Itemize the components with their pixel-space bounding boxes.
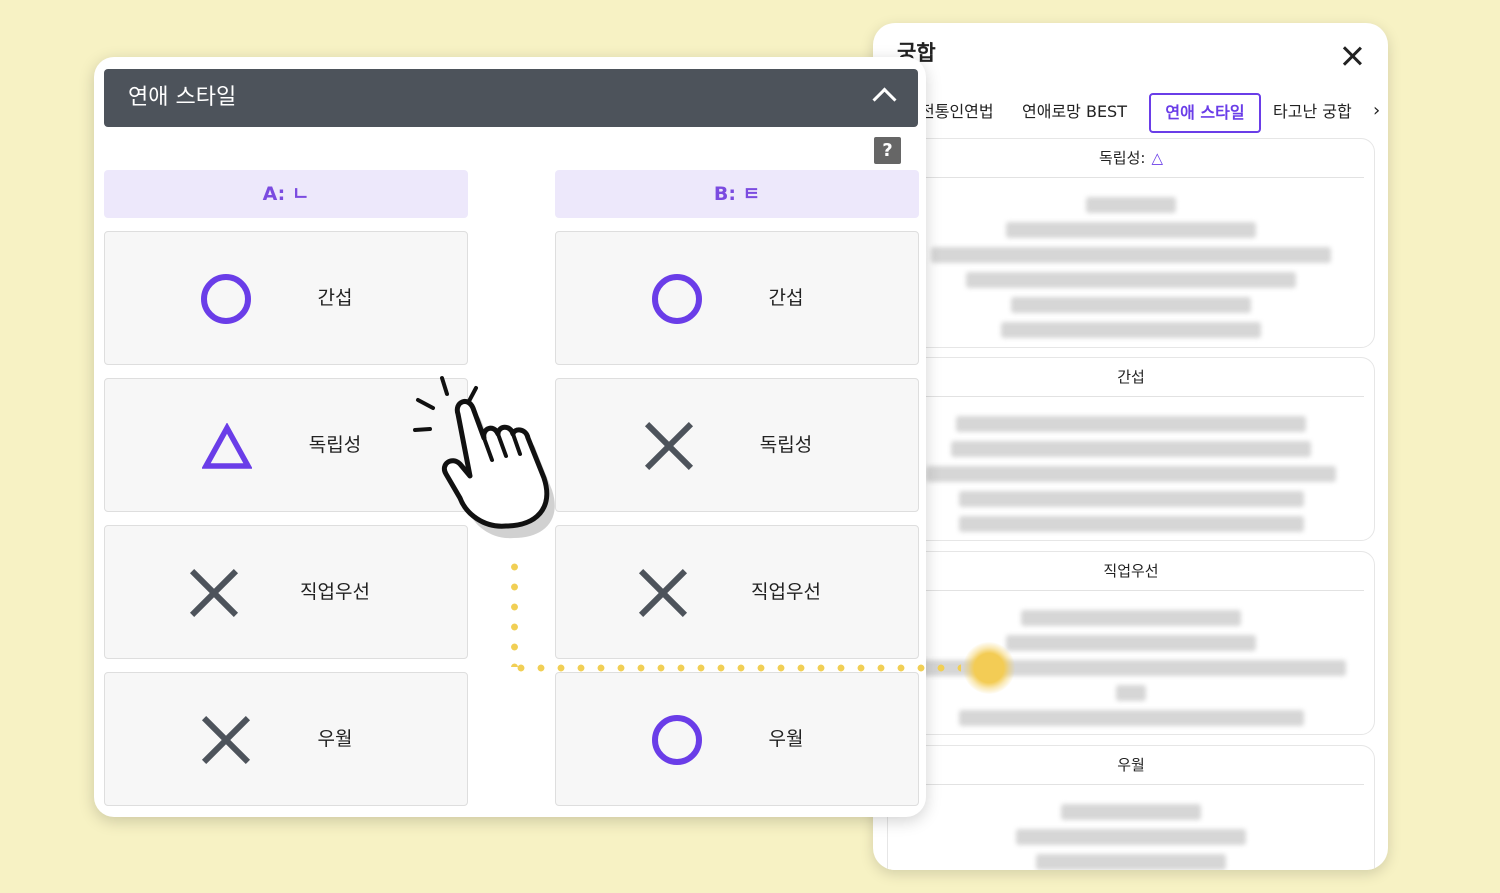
cell-label: 직업우선 (751, 581, 821, 603)
card-header: 우월 (898, 746, 1364, 785)
column-header-a: A: ㄴ (104, 170, 468, 218)
circle-icon (652, 274, 702, 324)
card-header: 직업우선 (898, 552, 1364, 591)
card-title: 우월 (1117, 756, 1145, 774)
circle-icon (201, 274, 251, 324)
cell-label: 우월 (768, 728, 804, 750)
x-icon (638, 568, 688, 618)
pointer-hand-icon (413, 376, 555, 539)
tab-love-style[interactable]: 연애 스타일 (1149, 93, 1261, 133)
x-icon (189, 568, 239, 618)
tab-innate-compatibility[interactable]: 타고난 궁합 (1273, 93, 1352, 131)
tab-bar: 전통인연법 연애로망 BEST 연애 스타일 타고난 궁합 › (873, 93, 1388, 133)
blurred-text (888, 397, 1374, 532)
circle-icon (652, 715, 702, 765)
triangle-icon: △ (1151, 149, 1163, 167)
cell-label: 독립성 (759, 434, 813, 456)
tab-traditional[interactable]: 전통인연법 (920, 93, 994, 131)
cell-b-interference: 간섭 (555, 231, 919, 365)
card-title: 독립성: (1098, 149, 1146, 167)
card-title: 간섭 (1117, 368, 1145, 386)
result-card-superiority: 우월 (887, 745, 1375, 870)
x-icon (644, 421, 694, 471)
close-icon[interactable] (1335, 39, 1369, 73)
x-icon (201, 715, 251, 765)
cell-label: 간섭 (768, 287, 804, 309)
cell-label: 우월 (317, 728, 353, 750)
column-header-b: B: ㅌ (555, 170, 919, 218)
result-card-career-first: 직업우선 (887, 551, 1375, 735)
tab-romance-best[interactable]: 연애로망 BEST (1022, 93, 1127, 131)
card-header: 간섭 (898, 358, 1364, 397)
blurred-text (888, 591, 1374, 726)
card-title: 직업우선 (1103, 562, 1159, 580)
cell-a-superiority: 우월 (104, 672, 468, 806)
cell-b-superiority: 우월 (555, 672, 919, 806)
cell-b-independence: 독립성 (555, 378, 919, 512)
chevron-right-icon[interactable]: › (1373, 102, 1383, 120)
highlight-glow (963, 642, 1015, 694)
card-header: 독립성: △ (898, 139, 1364, 178)
cell-a-interference: 간섭 (104, 231, 468, 365)
cell-a-career-first: 직업우선 (104, 525, 468, 659)
section-header[interactable]: 연애 스타일 (104, 69, 918, 127)
chevron-up-icon[interactable] (872, 87, 897, 112)
cell-label: 간섭 (317, 287, 353, 309)
connector-dots-vertical (511, 557, 518, 667)
compatibility-panel: 궁합 전통인연법 연애로망 BEST 연애 스타일 타고난 궁합 › 독립성: △… (873, 23, 1388, 870)
help-icon[interactable]: ? (874, 137, 901, 164)
result-card-interference: 간섭 (887, 357, 1375, 541)
result-card-independence: 독립성: △ (887, 138, 1375, 348)
connector-dots-horizontal (511, 664, 961, 672)
blurred-text (888, 178, 1374, 338)
triangle-icon (202, 423, 252, 469)
cell-label: 직업우선 (300, 581, 370, 603)
section-title: 연애 스타일 (128, 85, 237, 110)
blurred-text (888, 785, 1374, 870)
cell-label: 독립성 (308, 434, 362, 456)
cell-b-career-first: 직업우선 (555, 525, 919, 659)
